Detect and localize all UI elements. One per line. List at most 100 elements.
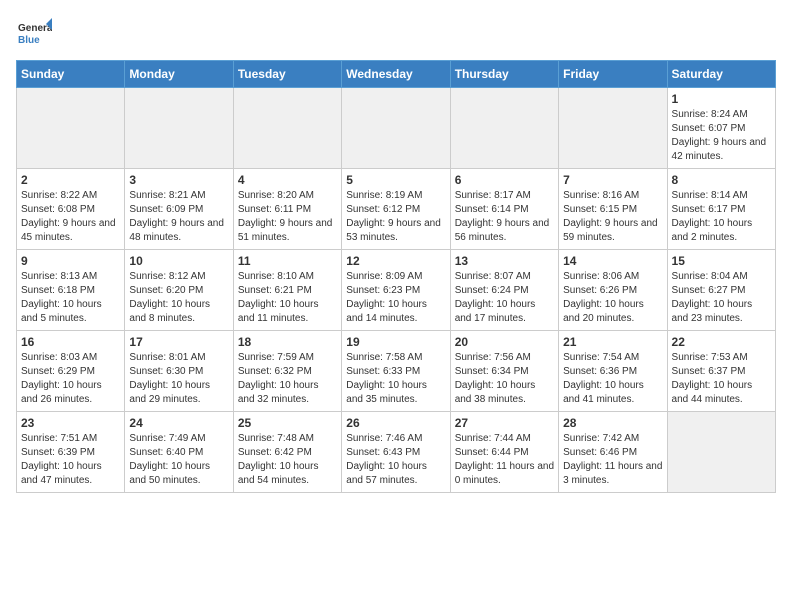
day-info: Sunrise: 8:22 AM Sunset: 6:08 PM Dayligh… bbox=[21, 189, 120, 245]
day-info: Sunrise: 8:13 AM Sunset: 6:18 PM Dayligh… bbox=[21, 270, 120, 326]
calendar-cell: 16 Sunrise: 8:03 AM Sunset: 6:29 PM Dayli… bbox=[17, 331, 125, 412]
calendar-cell: 15 Sunrise: 8:04 AM Sunset: 6:27 PM Dayli… bbox=[667, 250, 775, 331]
day-number: 12 bbox=[346, 254, 445, 268]
day-number: 2 bbox=[21, 173, 120, 187]
day-number: 13 bbox=[455, 254, 554, 268]
day-number: 17 bbox=[129, 335, 228, 349]
calendar-cell bbox=[233, 88, 341, 169]
calendar-cell: 24Sunrise: 7:49 AM Sunset: 6:40 PM Dayli… bbox=[125, 412, 233, 493]
day-header-friday: Friday bbox=[559, 61, 667, 88]
calendar-cell: 8 Sunrise: 8:14 AM Sunset: 6:17 PM Daylig… bbox=[667, 169, 775, 250]
calendar-header-row: SundayMondayTuesdayWednesdayThursdayFrid… bbox=[17, 61, 776, 88]
day-info: Sunrise: 8:10 AM Sunset: 6:21 PM Dayligh… bbox=[238, 270, 337, 326]
calendar-cell bbox=[342, 88, 450, 169]
calendar-cell: 10 Sunrise: 8:12 AM Sunset: 6:20 PM Dayli… bbox=[125, 250, 233, 331]
day-number: 16 bbox=[21, 335, 120, 349]
day-info: Sunrise: 7:51 AM Sunset: 6:39 PM Dayligh… bbox=[21, 432, 120, 488]
day-number: 24 bbox=[129, 416, 228, 430]
day-info: Sunrise: 7:59 AM Sunset: 6:32 PM Dayligh… bbox=[238, 351, 337, 407]
calendar-week-1: 1 Sunrise: 8:24 AM Sunset: 6:07 PM Daylig… bbox=[17, 88, 776, 169]
day-info: Sunrise: 7:58 AM Sunset: 6:33 PM Dayligh… bbox=[346, 351, 445, 407]
day-number: 10 bbox=[129, 254, 228, 268]
calendar-cell: 12 Sunrise: 8:09 AM Sunset: 6:23 PM Dayli… bbox=[342, 250, 450, 331]
calendar-cell: 17 Sunrise: 8:01 AM Sunset: 6:30 PM Dayli… bbox=[125, 331, 233, 412]
calendar-week-3: 9 Sunrise: 8:13 AM Sunset: 6:18 PM Daylig… bbox=[17, 250, 776, 331]
calendar-cell: 2 Sunrise: 8:22 AM Sunset: 6:08 PM Daylig… bbox=[17, 169, 125, 250]
calendar-cell: 14Sunrise: 8:06 AM Sunset: 6:26 PM Dayli… bbox=[559, 250, 667, 331]
calendar-cell: 11 Sunrise: 8:10 AM Sunset: 6:21 PM Dayli… bbox=[233, 250, 341, 331]
day-number: 18 bbox=[238, 335, 337, 349]
day-number: 22 bbox=[672, 335, 771, 349]
day-number: 3 bbox=[129, 173, 228, 187]
day-number: 26 bbox=[346, 416, 445, 430]
calendar-cell: 20 Sunrise: 7:56 AM Sunset: 6:34 PM Dayli… bbox=[450, 331, 558, 412]
day-info: Sunrise: 7:54 AM Sunset: 6:36 PM Dayligh… bbox=[563, 351, 662, 407]
calendar-cell: 13 Sunrise: 8:07 AM Sunset: 6:24 PM Dayli… bbox=[450, 250, 558, 331]
calendar-cell: 23 Sunrise: 7:51 AM Sunset: 6:39 PM Dayli… bbox=[17, 412, 125, 493]
calendar-cell bbox=[17, 88, 125, 169]
day-info: Sunrise: 7:53 AM Sunset: 6:37 PM Dayligh… bbox=[672, 351, 771, 407]
calendar-cell bbox=[667, 412, 775, 493]
day-info: Sunrise: 8:09 AM Sunset: 6:23 PM Dayligh… bbox=[346, 270, 445, 326]
calendar-cell: 19 Sunrise: 7:58 AM Sunset: 6:33 PM Dayli… bbox=[342, 331, 450, 412]
day-number: 20 bbox=[455, 335, 554, 349]
day-number: 5 bbox=[346, 173, 445, 187]
day-number: 28 bbox=[563, 416, 662, 430]
calendar-cell: 26Sunrise: 7:46 AM Sunset: 6:43 PM Dayli… bbox=[342, 412, 450, 493]
calendar-cell bbox=[559, 88, 667, 169]
svg-text:Blue: Blue bbox=[18, 35, 40, 46]
day-info: Sunrise: 8:01 AM Sunset: 6:30 PM Dayligh… bbox=[129, 351, 228, 407]
calendar-cell bbox=[450, 88, 558, 169]
day-info: Sunrise: 8:07 AM Sunset: 6:24 PM Dayligh… bbox=[455, 270, 554, 326]
day-info: Sunrise: 7:42 AM Sunset: 6:46 PM Dayligh… bbox=[563, 432, 662, 488]
calendar-cell: 25 Sunrise: 7:48 AM Sunset: 6:42 PM Dayli… bbox=[233, 412, 341, 493]
day-info: Sunrise: 8:14 AM Sunset: 6:17 PM Dayligh… bbox=[672, 189, 771, 245]
day-number: 21 bbox=[563, 335, 662, 349]
day-number: 23 bbox=[21, 416, 120, 430]
day-info: Sunrise: 8:12 AM Sunset: 6:20 PM Dayligh… bbox=[129, 270, 228, 326]
calendar-cell: 21 Sunrise: 7:54 AM Sunset: 6:36 PM Dayli… bbox=[559, 331, 667, 412]
day-number: 15 bbox=[672, 254, 771, 268]
day-number: 8 bbox=[672, 173, 771, 187]
calendar-cell: 18 Sunrise: 7:59 AM Sunset: 6:32 PM Dayli… bbox=[233, 331, 341, 412]
day-info: Sunrise: 8:04 AM Sunset: 6:27 PM Dayligh… bbox=[672, 270, 771, 326]
calendar-cell: 22 Sunrise: 7:53 AM Sunset: 6:37 PM Dayli… bbox=[667, 331, 775, 412]
page-header: General Blue bbox=[16, 16, 776, 52]
calendar-cell: 28 Sunrise: 7:42 AM Sunset: 6:46 PM Dayli… bbox=[559, 412, 667, 493]
day-info: Sunrise: 8:20 AM Sunset: 6:11 PM Dayligh… bbox=[238, 189, 337, 245]
day-header-tuesday: Tuesday bbox=[233, 61, 341, 88]
day-header-wednesday: Wednesday bbox=[342, 61, 450, 88]
calendar-cell: 1 Sunrise: 8:24 AM Sunset: 6:07 PM Daylig… bbox=[667, 88, 775, 169]
calendar-cell: 7Sunrise: 8:16 AM Sunset: 6:15 PM Daylig… bbox=[559, 169, 667, 250]
calendar-table: SundayMondayTuesdayWednesdayThursdayFrid… bbox=[16, 60, 776, 493]
day-number: 19 bbox=[346, 335, 445, 349]
day-number: 7 bbox=[563, 173, 662, 187]
day-info: Sunrise: 8:03 AM Sunset: 6:29 PM Dayligh… bbox=[21, 351, 120, 407]
day-info: Sunrise: 8:24 AM Sunset: 6:07 PM Dayligh… bbox=[672, 108, 771, 164]
calendar-week-4: 16 Sunrise: 8:03 AM Sunset: 6:29 PM Dayli… bbox=[17, 331, 776, 412]
day-info: Sunrise: 8:19 AM Sunset: 6:12 PM Dayligh… bbox=[346, 189, 445, 245]
day-number: 25 bbox=[238, 416, 337, 430]
day-header-saturday: Saturday bbox=[667, 61, 775, 88]
logo-svg: General Blue bbox=[16, 16, 52, 52]
day-number: 1 bbox=[672, 92, 771, 106]
day-info: Sunrise: 8:17 AM Sunset: 6:14 PM Dayligh… bbox=[455, 189, 554, 245]
calendar-cell: 27 Sunrise: 7:44 AM Sunset: 6:44 PM Dayli… bbox=[450, 412, 558, 493]
calendar-week-5: 23 Sunrise: 7:51 AM Sunset: 6:39 PM Dayli… bbox=[17, 412, 776, 493]
day-number: 11 bbox=[238, 254, 337, 268]
calendar-cell: 4Sunrise: 8:20 AM Sunset: 6:11 PM Daylig… bbox=[233, 169, 341, 250]
calendar-cell: 9 Sunrise: 8:13 AM Sunset: 6:18 PM Daylig… bbox=[17, 250, 125, 331]
day-info: Sunrise: 7:44 AM Sunset: 6:44 PM Dayligh… bbox=[455, 432, 554, 488]
day-number: 9 bbox=[21, 254, 120, 268]
day-header-monday: Monday bbox=[125, 61, 233, 88]
day-info: Sunrise: 7:48 AM Sunset: 6:42 PM Dayligh… bbox=[238, 432, 337, 488]
logo: General Blue bbox=[16, 16, 52, 52]
day-info: Sunrise: 7:56 AM Sunset: 6:34 PM Dayligh… bbox=[455, 351, 554, 407]
calendar-cell: 6 Sunrise: 8:17 AM Sunset: 6:14 PM Daylig… bbox=[450, 169, 558, 250]
day-number: 27 bbox=[455, 416, 554, 430]
calendar-cell bbox=[125, 88, 233, 169]
calendar-cell: 3Sunrise: 8:21 AM Sunset: 6:09 PM Daylig… bbox=[125, 169, 233, 250]
calendar-cell: 5 Sunrise: 8:19 AM Sunset: 6:12 PM Daylig… bbox=[342, 169, 450, 250]
day-number: 14 bbox=[563, 254, 662, 268]
day-number: 6 bbox=[455, 173, 554, 187]
